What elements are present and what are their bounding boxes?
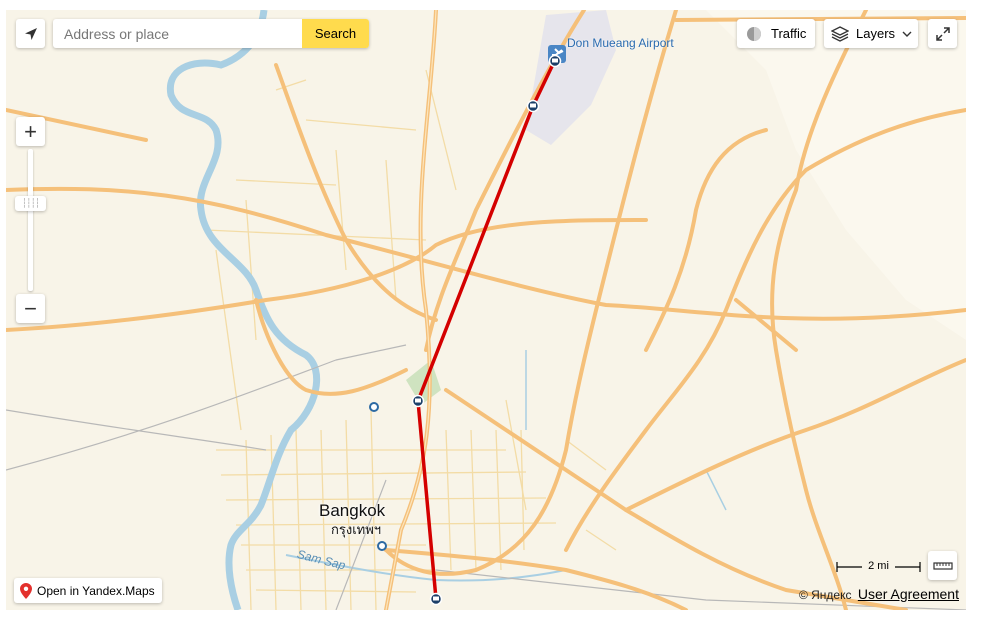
airport-label: Don Mueang Airport: [567, 36, 674, 50]
layers-icon: [831, 25, 849, 42]
transit-stop-icon[interactable]: [377, 541, 387, 551]
zoom-out-button[interactable]: −: [16, 294, 45, 323]
map-canvas[interactable]: Don Mueang Airport Bangkok กรุงเทพฯ Sam …: [6, 10, 966, 610]
station-icon[interactable]: [429, 592, 443, 606]
traffic-label: Traffic: [771, 26, 807, 41]
city-label: Bangkok: [319, 501, 386, 520]
open-in-yandex-maps-button[interactable]: Open in Yandex.Maps: [14, 578, 162, 603]
geolocation-button[interactable]: [16, 19, 45, 48]
map-scale: 2 mi: [836, 560, 921, 574]
zoom-slider-handle[interactable]: ┆┆┆┆: [15, 196, 46, 211]
traffic-icon: [747, 26, 761, 41]
fullscreen-icon: [935, 26, 950, 41]
station-icon[interactable]: [526, 99, 540, 113]
fullscreen-button[interactable]: [928, 19, 957, 48]
zoom-slider-track[interactable]: [28, 149, 33, 291]
ruler-button[interactable]: [928, 551, 957, 580]
traffic-button[interactable]: Traffic: [737, 19, 815, 48]
station-icon[interactable]: [548, 54, 562, 68]
map-base: [6, 10, 966, 610]
major-roads: [6, 10, 966, 610]
geolocation-icon: [24, 27, 37, 40]
copyright: © Яндекс User Agreement: [799, 586, 959, 602]
zoom-in-button[interactable]: +: [16, 117, 45, 146]
countryside-area: [706, 10, 966, 340]
station-icon[interactable]: [411, 394, 425, 408]
transit-stop-icon[interactable]: [369, 402, 379, 412]
city-label-local: กรุงเทพฯ: [331, 522, 382, 537]
layers-button[interactable]: Layers: [824, 19, 918, 48]
route-line: [416, 59, 557, 600]
search-box: Search: [53, 19, 369, 48]
route: [416, 59, 557, 600]
user-agreement-link[interactable]: User Agreement: [858, 586, 959, 602]
layers-label: Layers: [856, 26, 896, 41]
copyright-text: © Яндекс: [798, 588, 852, 602]
rail-lines: [6, 344, 966, 610]
ruler-icon: [932, 561, 953, 570]
search-button[interactable]: Search: [302, 19, 369, 48]
scale-label: 2 mi: [868, 560, 889, 572]
open-in-label: Open in Yandex.Maps: [37, 583, 155, 598]
location-pin-icon: [20, 582, 32, 599]
chevron-down-icon: [902, 31, 912, 37]
search-input[interactable]: [53, 19, 302, 48]
